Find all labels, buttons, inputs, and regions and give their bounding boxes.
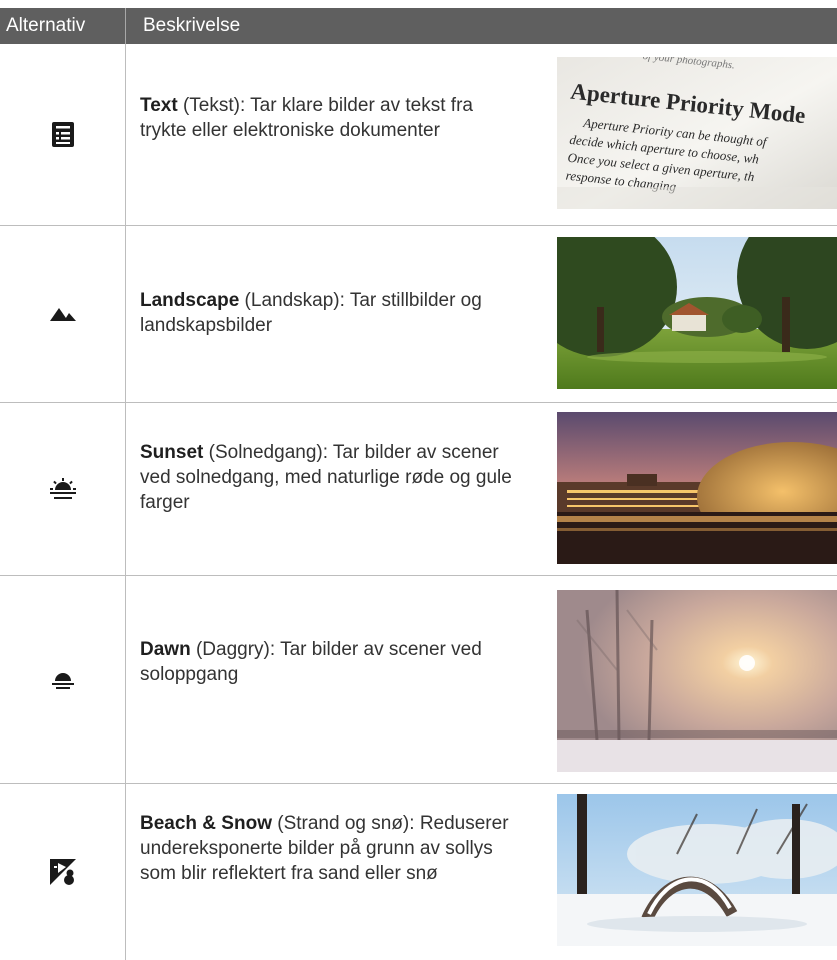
icon-cell [0, 403, 125, 575]
landscape-mode-icon [49, 308, 76, 321]
icon-cell [0, 226, 125, 402]
icon-cell [0, 784, 125, 960]
landscape-sample-image [557, 237, 837, 389]
row-title: Landscape [140, 290, 240, 311]
row-title: Text [140, 95, 178, 116]
sunset-mode-icon [49, 478, 76, 499]
table-row-dawn: Dawn (Daggry): Tar bilder av scener ved … [0, 576, 837, 783]
text-sample-image: of your photographs. Aperture Priority M… [557, 57, 837, 209]
icon-cell [0, 44, 125, 225]
header-option: Alternativ [6, 15, 86, 36]
text-mode-icon [51, 122, 74, 147]
icon-cell [0, 576, 125, 783]
table-row-landscape: Landscape (Landskap): Tar stillbilder og… [0, 226, 837, 402]
dawn-sample-image [557, 590, 837, 772]
row-description: Text (Tekst): Tar klare bilder av tekst … [140, 93, 520, 143]
table-row-sunset: Sunset (Solnedgang): Tar bilder av scene… [0, 403, 837, 575]
table-row-beach-snow: Beach & Snow (Strand og snø): Reduserer … [0, 784, 837, 960]
row-subtitle: (Tekst): Tar klare bilder av tekst fra t… [140, 95, 473, 141]
table-header: Alternativ Beskrivelse [0, 8, 837, 44]
table-row-text: Text (Tekst): Tar klare bilder av tekst … [0, 44, 837, 225]
row-description: Sunset (Solnedgang): Tar bilder av scene… [140, 440, 520, 515]
row-description: Beach & Snow (Strand og snø): Reduserer … [140, 811, 520, 886]
row-title: Dawn [140, 639, 191, 660]
sunset-sample-image [557, 412, 837, 564]
row-description: Dawn (Daggry): Tar bilder av scener ved … [140, 637, 520, 687]
row-subtitle: (Daggry): Tar bilder av scener ved solop… [140, 639, 482, 685]
dawn-mode-icon [51, 672, 74, 689]
beach-snow-mode-icon [49, 859, 76, 885]
row-title: Beach & Snow [140, 813, 272, 834]
beach-snow-sample-image [557, 794, 837, 946]
row-description: Landscape (Landskap): Tar stillbilder og… [140, 288, 520, 338]
row-title: Sunset [140, 442, 204, 463]
header-description: Beskrivelse [143, 15, 241, 36]
